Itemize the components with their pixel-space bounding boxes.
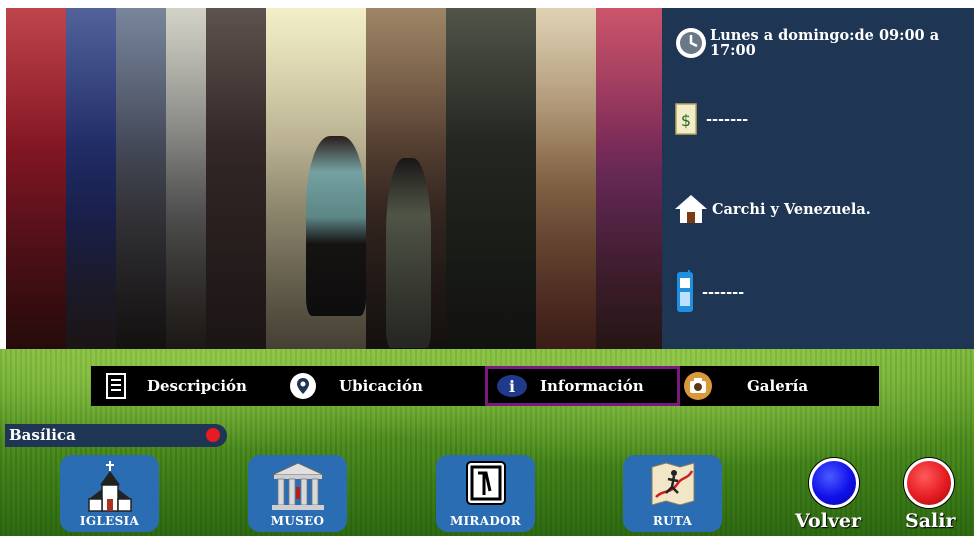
back-button-label: Volver	[795, 510, 862, 532]
house-icon	[675, 195, 707, 223]
market-photo	[6, 8, 662, 349]
place-tag-label: Basílica	[9, 426, 76, 444]
address-row: Carchi y Venezuela.	[674, 194, 871, 224]
address-text: Carchi y Venezuela.	[712, 200, 871, 218]
hours-row: Lunes a domingo:de 09:00 a 17:00	[674, 26, 970, 60]
camera-icon	[683, 371, 713, 401]
tab-descripcion[interactable]: Descripción	[105, 366, 285, 406]
info-icon: i	[496, 374, 528, 398]
section-menu: Descripción Ubicación i Información Gale…	[91, 366, 879, 406]
status-dot	[206, 428, 220, 442]
money-icon: $	[675, 103, 697, 135]
location-pin-icon	[289, 372, 317, 400]
document-icon	[105, 373, 127, 399]
route-map-icon	[648, 461, 698, 509]
museum-icon	[270, 461, 326, 515]
tab-descripcion-label: Descripción	[147, 377, 247, 395]
price-text: -------	[706, 110, 749, 128]
clock-icon	[676, 28, 706, 58]
phone-row: -------	[674, 270, 744, 314]
app-window: Lunes a domingo:de 09:00 a 17:00 $ -----…	[0, 0, 974, 536]
place-tag: Basílica	[5, 424, 227, 447]
back-button[interactable]	[809, 458, 859, 508]
tab-ubicacion-label: Ubicación	[339, 377, 423, 395]
svg-text:i: i	[509, 377, 515, 396]
tab-informacion-label: Información	[540, 377, 644, 395]
tab-ubicacion[interactable]: Ubicación	[289, 366, 479, 406]
iglesia-button[interactable]: IGLESIA	[60, 455, 159, 532]
tab-galeria-label: Galería	[747, 377, 809, 395]
museo-button-label: MUSEO	[270, 514, 325, 528]
info-panel: Lunes a domingo:de 09:00 a 17:00 $ -----…	[662, 8, 974, 349]
exit-button[interactable]	[904, 458, 954, 508]
iglesia-button-label: IGLESIA	[79, 514, 140, 528]
tab-informacion[interactable]: i Información	[485, 366, 680, 406]
ruta-button-label: RUTA	[652, 514, 693, 528]
price-row: $ -------	[674, 102, 748, 136]
mirador-button[interactable]: MIRADOR	[436, 455, 535, 532]
tab-galeria[interactable]: Galería	[683, 366, 873, 406]
church-icon	[85, 461, 135, 517]
museo-button[interactable]: MUSEO	[248, 455, 347, 532]
hours-text: Lunes a domingo:de 09:00 a 17:00	[710, 27, 940, 59]
svg-text:$: $	[681, 111, 691, 130]
mirador-button-label: MIRADOR	[449, 514, 522, 528]
ruta-button[interactable]: RUTA	[623, 455, 722, 532]
phone-text: -------	[702, 283, 745, 301]
phone-icon	[677, 270, 693, 312]
lookout-icon	[465, 461, 506, 509]
exit-button-label: Salir	[905, 510, 956, 532]
